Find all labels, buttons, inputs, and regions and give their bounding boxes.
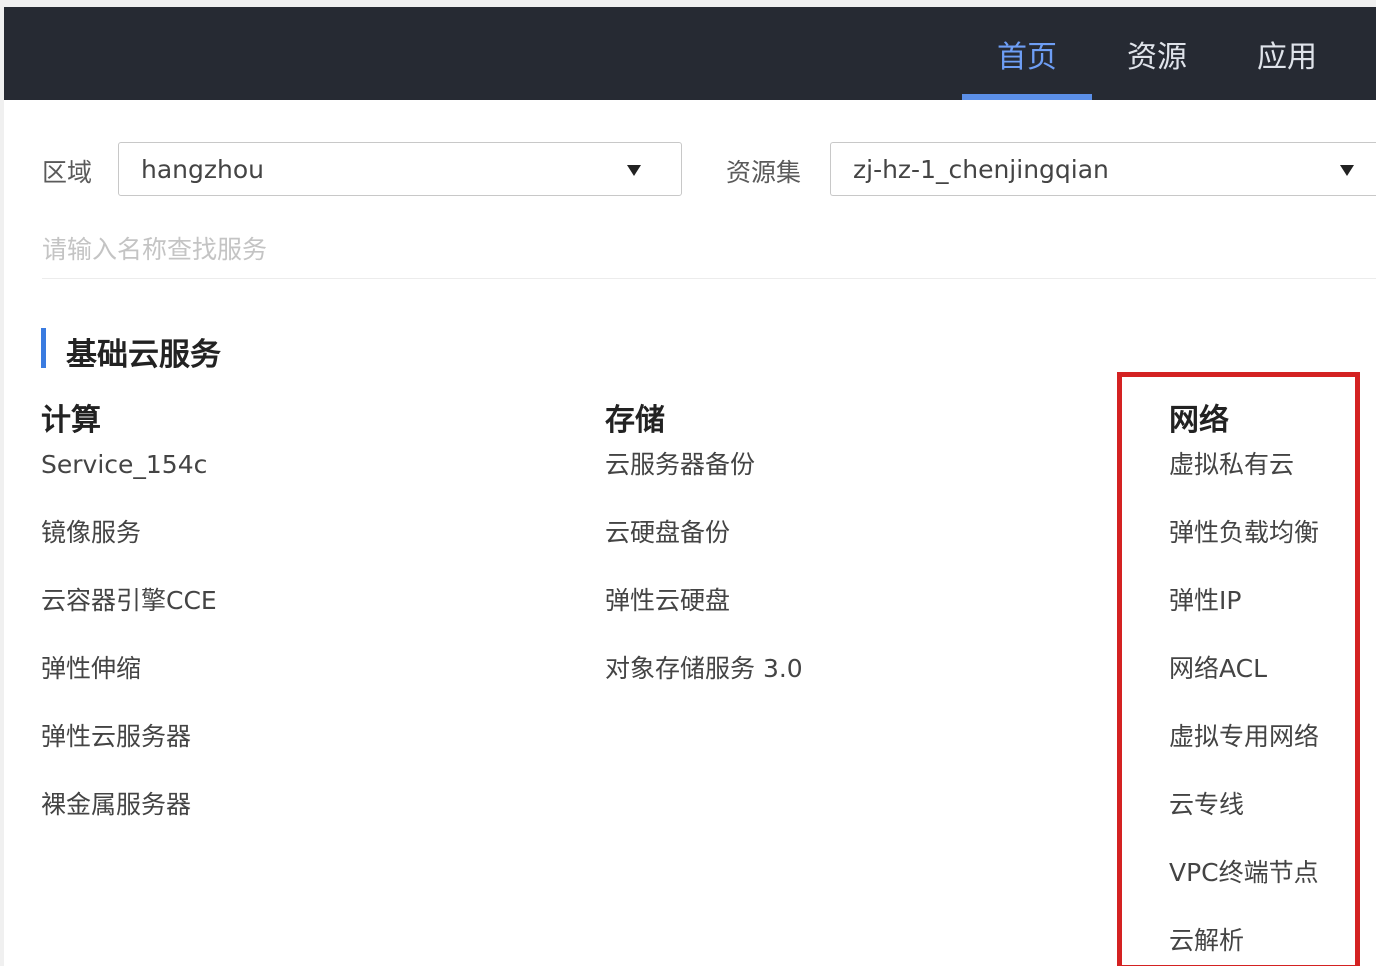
nav-tab-apps[interactable]: 应用 xyxy=(1222,7,1352,100)
section-accent-bar xyxy=(41,328,46,368)
console-window: 首页 资源 应用 区域 hangzhou 资源集 zj-hz-1_chenjin… xyxy=(4,7,1376,966)
region-label: 区域 xyxy=(42,158,93,187)
service-link[interactable]: 对象存储服务 3.0 xyxy=(605,656,803,725)
column-title: 计算 xyxy=(41,403,101,438)
service-search-input[interactable] xyxy=(42,229,1376,279)
caret-down-icon xyxy=(1340,165,1354,176)
service-list: 云服务器备份 云硬盘备份 弹性云硬盘 对象存储服务 3.0 xyxy=(605,452,803,725)
nav-tab-resources[interactable]: 资源 xyxy=(1092,7,1222,100)
service-link[interactable]: 云服务器备份 xyxy=(605,452,803,521)
service-link[interactable]: 裸金属服务器 xyxy=(41,792,217,861)
service-column-network: 网络 虚拟私有云 弹性负载均衡 弹性IP 网络ACL 虚拟专用网络 云专线 VP… xyxy=(1169,399,1319,966)
service-link[interactable]: 镜像服务 xyxy=(41,520,217,589)
column-title: 网络 xyxy=(1169,403,1229,438)
service-link[interactable]: 云硬盘备份 xyxy=(605,520,803,589)
service-link[interactable]: 弹性云服务器 xyxy=(41,724,217,793)
service-list: 虚拟私有云 弹性负载均衡 弹性IP 网络ACL 虚拟专用网络 云专线 VPC终端… xyxy=(1169,452,1319,966)
nav-tab-home[interactable]: 首页 xyxy=(962,7,1092,100)
resource-set-label: 资源集 xyxy=(726,158,802,187)
service-link[interactable]: 虚拟私有云 xyxy=(1169,452,1319,521)
section-title: 基础云服务 xyxy=(66,337,221,373)
service-list: Service_154c 镜像服务 云容器引擎CCE 弹性伸缩 弹性云服务器 裸… xyxy=(41,452,217,861)
region-select[interactable]: hangzhou xyxy=(118,142,682,196)
active-tab-indicator xyxy=(962,94,1092,100)
service-link[interactable]: 云专线 xyxy=(1169,792,1319,861)
service-link[interactable]: 弹性伸缩 xyxy=(41,656,217,725)
service-link[interactable]: 弹性负载均衡 xyxy=(1169,520,1319,589)
screen-frame: 首页 资源 应用 区域 hangzhou 资源集 zj-hz-1_chenjin… xyxy=(0,0,1376,966)
service-link[interactable]: 云容器引擎CCE xyxy=(41,588,217,657)
region-select-value: hangzhou xyxy=(141,154,264,184)
service-link[interactable]: 弹性云硬盘 xyxy=(605,588,803,657)
service-link[interactable]: 虚拟专用网络 xyxy=(1169,724,1319,793)
service-link[interactable]: 云解析 xyxy=(1169,928,1319,966)
column-title: 存储 xyxy=(605,403,665,438)
service-link[interactable]: Service_154c xyxy=(41,452,217,521)
resource-set-select-value: zj-hz-1_chenjingqian xyxy=(853,154,1109,184)
service-link[interactable]: VPC终端节点 xyxy=(1169,860,1319,929)
resource-set-select[interactable]: zj-hz-1_chenjingqian xyxy=(830,142,1376,196)
service-link[interactable]: 网络ACL xyxy=(1169,656,1319,725)
service-column-storage: 存储 云服务器备份 云硬盘备份 弹性云硬盘 对象存储服务 3.0 xyxy=(605,399,803,725)
service-link[interactable]: 弹性IP xyxy=(1169,588,1319,657)
caret-down-icon xyxy=(627,165,641,176)
top-nav-bar: 首页 资源 应用 xyxy=(4,7,1376,100)
service-column-compute: 计算 Service_154c 镜像服务 云容器引擎CCE 弹性伸缩 弹性云服务… xyxy=(41,399,217,861)
